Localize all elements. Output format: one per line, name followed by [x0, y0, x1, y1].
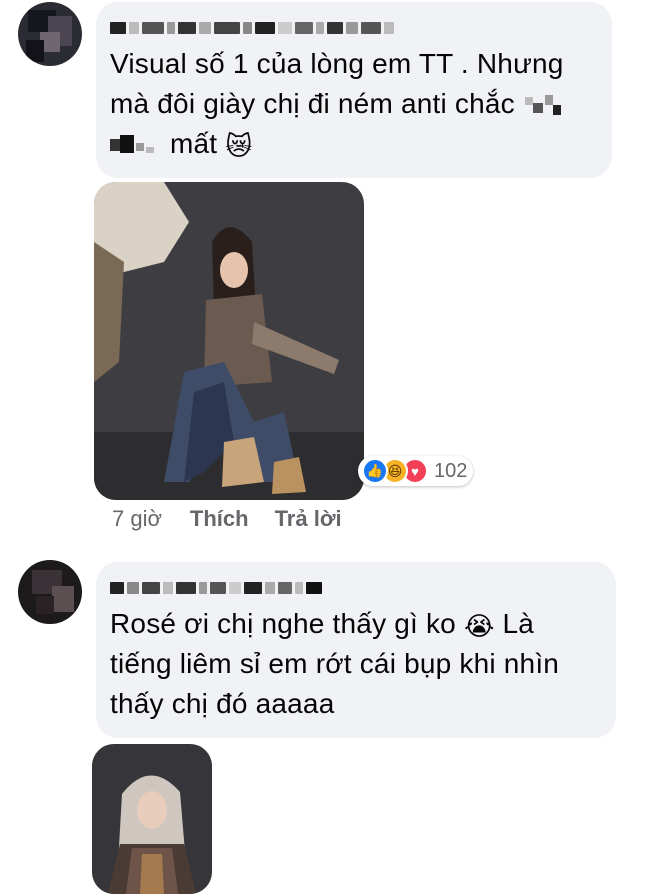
comment-photo[interactable]: [94, 182, 364, 500]
reply-button[interactable]: Trả lời: [275, 506, 342, 532]
comment-line: Visual số 1 của lòng em TT . Nhưng: [110, 48, 564, 79]
comment-line-text: mà đôi giày chị đi ném anti chắc: [110, 88, 515, 119]
comment-text: Visual số 1 của lòng em TT . Nhưng mà đô…: [110, 44, 598, 164]
comment-timestamp[interactable]: 7 giờ: [112, 506, 162, 532]
reaction-summary[interactable]: 👍 😆 ♥ 102: [358, 456, 474, 486]
comment-actions: 7 giờ Thích Trả lời: [112, 506, 368, 532]
comment-line-text: mất: [169, 128, 218, 159]
comment-bubble: Visual số 1 của lòng em TT . Nhưng mà đô…: [96, 2, 612, 178]
commenter-name-blurred[interactable]: [110, 578, 602, 598]
censored-text: [110, 133, 162, 159]
comment-line-text: Là: [502, 608, 535, 639]
commenter-avatar[interactable]: [18, 560, 82, 624]
crying-cat-emoji-icon: 😿: [225, 130, 253, 161]
comment-line: tiếng liêm sỉ em rớt cái bụp khi nhìn: [110, 648, 560, 679]
like-button[interactable]: Thích: [190, 506, 249, 532]
comment-line: mà đôi giày chị đi ném anti chắc: [110, 84, 598, 124]
comment-line: mất 😿: [110, 124, 598, 164]
photo-image: [92, 744, 212, 894]
commenter-avatar[interactable]: [18, 2, 82, 66]
loudly-crying-emoji-icon: 😭: [463, 610, 495, 641]
photo-image: [94, 182, 364, 500]
comment-line: Rosé ơi chị nghe thấy gì ko 😭 Là: [110, 604, 602, 644]
commenter-name-blurred[interactable]: [110, 18, 598, 38]
comment-photo[interactable]: [92, 744, 212, 894]
comment-line: thấy chị đó aaaaa: [110, 688, 335, 719]
like-reaction-icon: 👍: [362, 458, 388, 484]
comment-bubble: Rosé ơi chị nghe thấy gì ko 😭 Là tiếng l…: [96, 562, 616, 738]
reaction-count: 102: [434, 459, 468, 482]
comment-line-text: Rosé ơi chị nghe thấy gì ko: [110, 608, 456, 639]
censored-text: [523, 93, 567, 119]
comment-text: Rosé ơi chị nghe thấy gì ko 😭 Là tiếng l…: [110, 604, 602, 724]
